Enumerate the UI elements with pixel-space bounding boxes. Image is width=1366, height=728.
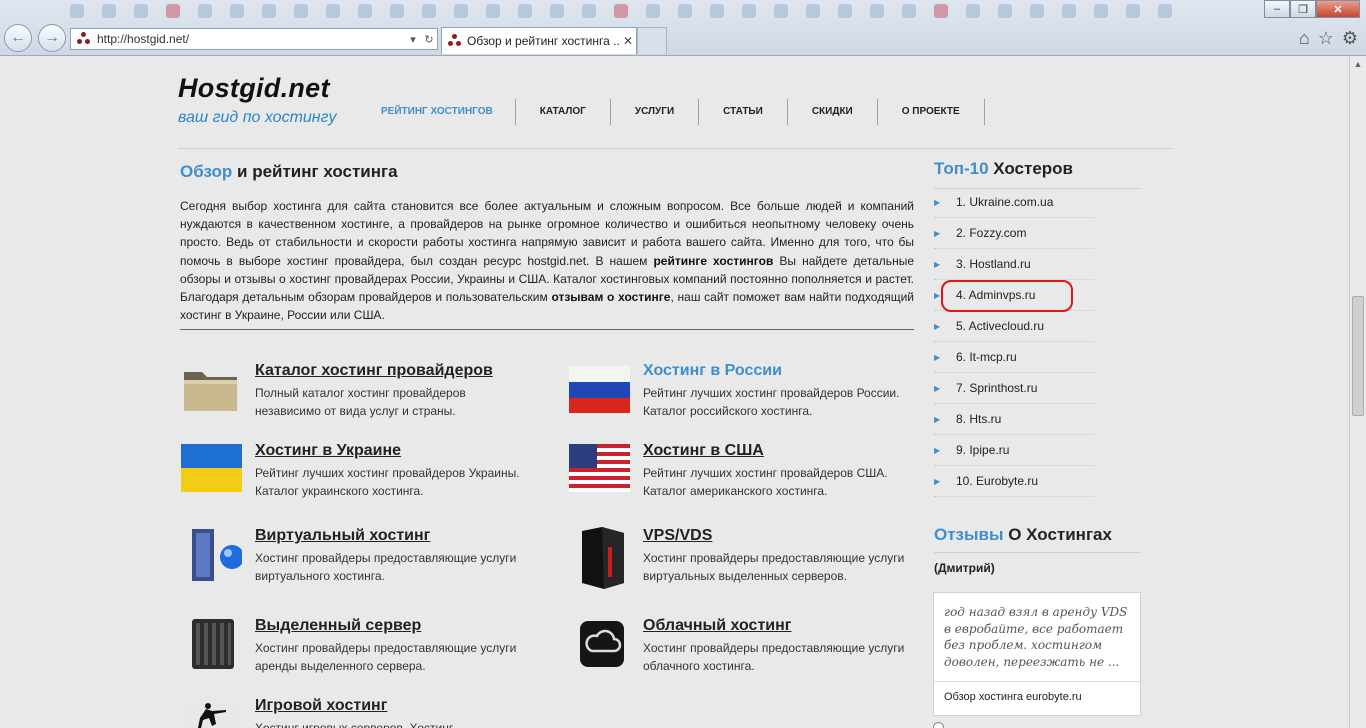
reviews-link[interactable]: отзывам о хостинге xyxy=(551,290,670,304)
reviews-divider xyxy=(934,552,1141,553)
menu-item-discounts[interactable]: СКИДКИ xyxy=(788,99,878,125)
menu-item-about[interactable]: О ПРОЕКТЕ xyxy=(878,99,985,125)
taskbar-thumbnails xyxy=(70,0,1250,22)
page-title: Обзор и рейтинг хостинга xyxy=(180,162,398,181)
triangle-right-icon: ▶ xyxy=(934,414,941,424)
category-description: Рейтинг лучших хостинг провайдеров США. … xyxy=(643,466,888,498)
triangle-right-icon: ▶ xyxy=(934,228,941,238)
new-tab-button[interactable] xyxy=(637,27,667,54)
tab-close-icon[interactable]: ✕ xyxy=(620,34,636,48)
browser-chrome: ← → http://hostgid.net/ ▾ ↻ Обзор и рейт… xyxy=(0,0,1366,56)
category-title[interactable]: Хостинг в Украине xyxy=(255,442,401,460)
list-item[interactable]: ▶ 1. Ukraine.com.ua xyxy=(934,187,1094,218)
tab-favicon xyxy=(448,34,462,48)
minimize-button[interactable]: – xyxy=(1264,0,1290,18)
list-item[interactable]: ▶ 9. Ipipe.ru xyxy=(934,435,1094,466)
category-title[interactable]: Каталог хостинг провайдеров xyxy=(255,362,493,380)
dropdown-icon[interactable]: ▾ xyxy=(405,33,421,46)
main-menu: РЕЙТИНГ ХОСТИНГОВ КАТАЛОГ УСЛУГИ СТАТЬИ … xyxy=(362,99,985,125)
server-globe-icon xyxy=(180,527,244,581)
reviews-title: Отзывы О Хостингах xyxy=(934,525,1112,544)
usa-flag-icon xyxy=(568,442,631,494)
maximize-button[interactable]: ❐ xyxy=(1290,0,1316,18)
list-item[interactable]: ▶ 6. It-mcp.ru xyxy=(934,342,1094,373)
review-divider xyxy=(934,681,1140,682)
close-window-button[interactable]: ✕ xyxy=(1316,0,1360,18)
russia-flag-icon xyxy=(568,362,631,414)
category-title[interactable]: Виртуальный хостинг xyxy=(255,527,430,545)
server-tower-icon xyxy=(568,527,630,589)
list-item[interactable]: ▶ 10. Eurobyte.ru xyxy=(934,466,1094,497)
list-item[interactable]: ▶ 8. Hts.ru xyxy=(934,404,1094,435)
star-icon[interactable]: ☆ xyxy=(1318,28,1334,49)
header-divider xyxy=(178,148,1172,149)
category-description: Хостинг провайдеры предоставляющие услуг… xyxy=(255,551,517,583)
site-logo-subtitle: ваш гид по хостингу xyxy=(178,109,337,126)
menu-item-articles[interactable]: СТАТЬИ xyxy=(699,99,788,125)
category-description: Хостинг игровых серверов. Хостинг xyxy=(255,721,454,728)
category-description: Хостинг провайдеры предоставляющие услуг… xyxy=(643,641,905,673)
arrow-left-icon: ← xyxy=(10,29,26,46)
menu-item-rating[interactable]: РЕЙТИНГ ХОСТИНГОВ xyxy=(362,99,516,125)
cloud-icon xyxy=(568,617,630,669)
folder-icon xyxy=(180,362,242,414)
review-card: год назад взял в аренду VDS в евробайте,… xyxy=(933,592,1141,716)
ukraine-flag-icon xyxy=(180,442,243,494)
scrollbar-thumb[interactable] xyxy=(1352,296,1364,416)
browser-tab[interactable]: Обзор и рейтинг хостинга ... ✕ xyxy=(441,27,637,54)
address-bar[interactable]: http://hostgid.net/ ▾ ↻ xyxy=(70,28,438,50)
list-item[interactable]: ▶ 2. Fozzy.com xyxy=(934,218,1094,249)
category-title[interactable]: Хостинг в США xyxy=(643,442,764,460)
soldier-icon xyxy=(180,697,242,728)
address-url[interactable]: http://hostgid.net/ xyxy=(97,32,405,46)
rating-link[interactable]: рейтинге хостингов xyxy=(653,254,773,268)
category-description: Хостинг провайдеры предоставляющие услуг… xyxy=(643,551,905,583)
category-title[interactable]: Выделенный сервер xyxy=(255,617,421,635)
back-button[interactable]: ← xyxy=(4,24,32,52)
window-controls: – ❐ ✕ xyxy=(1264,0,1360,18)
category-title[interactable]: Хостинг в России xyxy=(643,362,782,380)
refresh-icon[interactable]: ↻ xyxy=(421,33,437,46)
triangle-right-icon: ▶ xyxy=(934,352,941,362)
browser-tools: ⌂ ☆ ⚙ xyxy=(1299,28,1358,49)
menu-item-services[interactable]: УСЛУГИ xyxy=(611,99,700,125)
home-icon[interactable]: ⌂ xyxy=(1299,28,1310,49)
review-text: год назад взял в аренду VDS в евробайте,… xyxy=(944,605,1128,669)
list-item[interactable]: ▶ 7. Sprinthost.ru xyxy=(934,373,1094,404)
radio-button[interactable] xyxy=(933,722,944,728)
review-link[interactable]: Обзор хостинга eurobyte.ru xyxy=(944,691,1082,703)
triangle-right-icon: ▶ xyxy=(934,383,941,393)
server-rack-icon xyxy=(180,617,242,669)
site-favicon xyxy=(77,32,91,46)
highlight-circle xyxy=(941,280,1073,312)
list-item[interactable]: ▶ 3. Hostland.ru xyxy=(934,249,1094,280)
triangle-right-icon: ▶ xyxy=(934,445,941,455)
category-title[interactable]: Облачный хостинг xyxy=(643,617,791,635)
tab-title: Обзор и рейтинг хостинга ... xyxy=(467,34,620,48)
triangle-right-icon: ▶ xyxy=(934,197,941,207)
list-item[interactable]: ▶ 5. Activecloud.ru xyxy=(934,311,1094,342)
category-description: Рейтинг лучших хостинг провайдеров Росси… xyxy=(643,386,900,418)
forward-button[interactable]: → xyxy=(38,24,66,52)
category-description: Рейтинг лучших хостинг провайдеров Украи… xyxy=(255,466,520,498)
intro-text: Сегодня выбор хостинга для сайта станови… xyxy=(180,199,914,323)
site-logo-title[interactable]: Hostgid.net xyxy=(178,73,330,104)
triangle-right-icon: ▶ xyxy=(934,321,941,331)
top10-title: Топ-10 Хостеров xyxy=(934,159,1073,178)
scroll-up-icon[interactable]: ▲ xyxy=(1350,56,1366,73)
category-description: Полный каталог хостинг провайдеров незав… xyxy=(255,386,466,418)
category-title[interactable]: Игровой хостинг xyxy=(255,697,387,715)
top10-list: ▶ 1. Ukraine.com.ua ▶ 2. Fozzy.com ▶ 3. Hos… xyxy=(934,187,1094,497)
category-title[interactable]: VPS/VDS xyxy=(643,527,712,545)
gear-icon[interactable]: ⚙ xyxy=(1342,28,1358,49)
menu-item-catalog[interactable]: КАТАЛОГ xyxy=(516,99,611,125)
web-page: Hostgid.net ваш гид по хостингу РЕЙТИНГ … xyxy=(0,57,1349,728)
triangle-right-icon: ▶ xyxy=(934,476,941,486)
triangle-right-icon: ▶ xyxy=(934,259,941,269)
category-description: Хостинг провайдеры предоставляющие услуг… xyxy=(255,641,517,673)
vertical-scrollbar[interactable]: ▲ xyxy=(1349,56,1366,728)
intro-divider xyxy=(180,329,914,330)
reviewer-name: (Дмитрий) xyxy=(934,561,995,575)
arrow-right-icon: → xyxy=(44,29,60,46)
